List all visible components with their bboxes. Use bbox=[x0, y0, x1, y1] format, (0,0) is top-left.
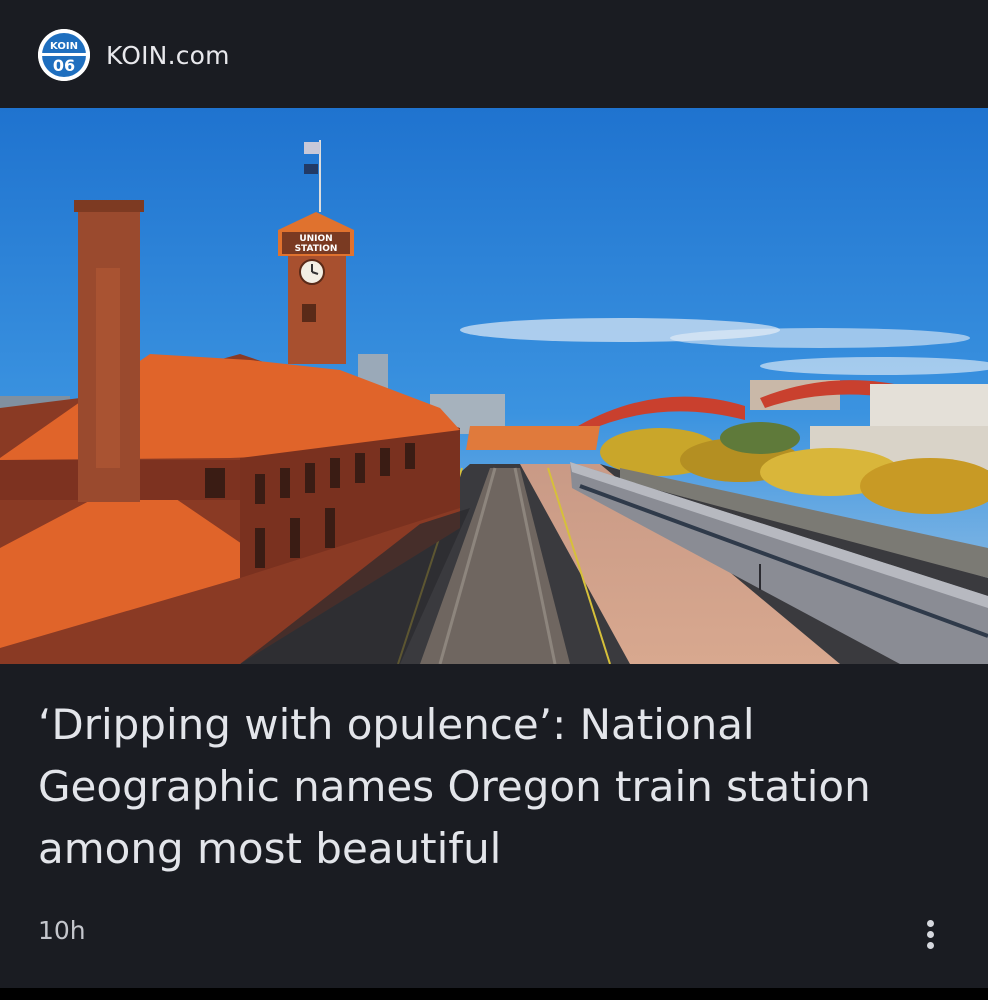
more-dot bbox=[926, 930, 934, 938]
svg-text:KOIN: KOIN bbox=[50, 41, 78, 52]
news-card[interactable]: KOIN 06 KOIN.com UNION STATION ‘Dripping… bbox=[0, 0, 988, 988]
svg-text:STATION: STATION bbox=[295, 244, 338, 254]
more-dot bbox=[926, 941, 934, 949]
koin-6-logo-icon: KOIN 06 bbox=[38, 29, 90, 81]
source-row: KOIN 06 KOIN.com bbox=[38, 28, 230, 82]
more-vertical-icon[interactable] bbox=[910, 910, 950, 958]
svg-text:06: 06 bbox=[53, 56, 75, 75]
article-headline[interactable]: ‘Dripping with opulence’: National Geogr… bbox=[38, 694, 948, 880]
article-hero-image[interactable]: UNION STATION bbox=[0, 108, 988, 664]
svg-text:UNION: UNION bbox=[299, 234, 332, 244]
article-age: 10h bbox=[38, 916, 86, 945]
more-dot bbox=[926, 919, 934, 927]
source-name[interactable]: KOIN.com bbox=[106, 41, 230, 70]
